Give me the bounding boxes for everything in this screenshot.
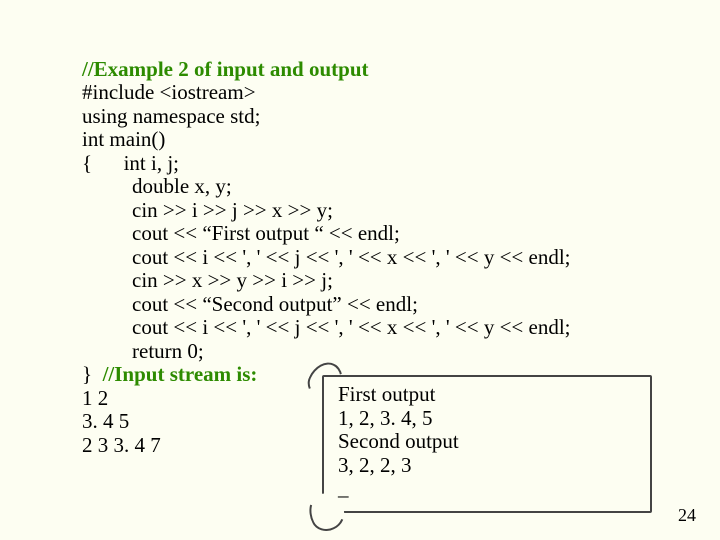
code-line: 3. 4 5: [82, 409, 129, 433]
code-line: 2 3 3. 4 7: [82, 433, 161, 457]
code-line: 1 2: [82, 386, 108, 410]
slide: //Example 2 of input and output #include…: [0, 0, 720, 540]
code-line: int main(): [82, 127, 165, 151]
page-number: 24: [678, 505, 696, 526]
code-line: using namespace std;: [82, 104, 260, 128]
output-box: First output 1, 2, 3. 4, 5 Second output…: [322, 375, 652, 513]
output-cursor: _: [338, 477, 640, 501]
code-line: cout << “First output “ << endl;: [82, 222, 400, 246]
output-line: 1, 2, 3. 4, 5: [338, 407, 640, 431]
code-line: double x, y;: [82, 175, 232, 199]
code-line: cout << i << ', ' << j << ', ' << x << '…: [82, 316, 571, 340]
output-line: Second output: [338, 430, 640, 454]
code-comment-title: //Example 2 of input and output: [82, 57, 369, 81]
code-line: }: [82, 362, 92, 386]
code-line: cin >> i >> j >> x >> y;: [82, 199, 333, 223]
code-line: cout << “Second output” << endl;: [82, 293, 418, 317]
output-line: First output: [338, 383, 640, 407]
code-line: #include <iostream>: [82, 80, 256, 104]
code-line: cout << i << ', ' << j << ', ' << x << '…: [82, 246, 571, 270]
output-line: 3, 2, 2, 3: [338, 454, 640, 478]
code-comment-input: //Input stream is:: [103, 362, 258, 386]
code-line: int i, j;: [124, 151, 179, 175]
code-line: return 0;: [82, 340, 204, 364]
code-line: {: [82, 151, 92, 175]
code-line: cin >> x >> y >> i >> j;: [82, 269, 333, 293]
